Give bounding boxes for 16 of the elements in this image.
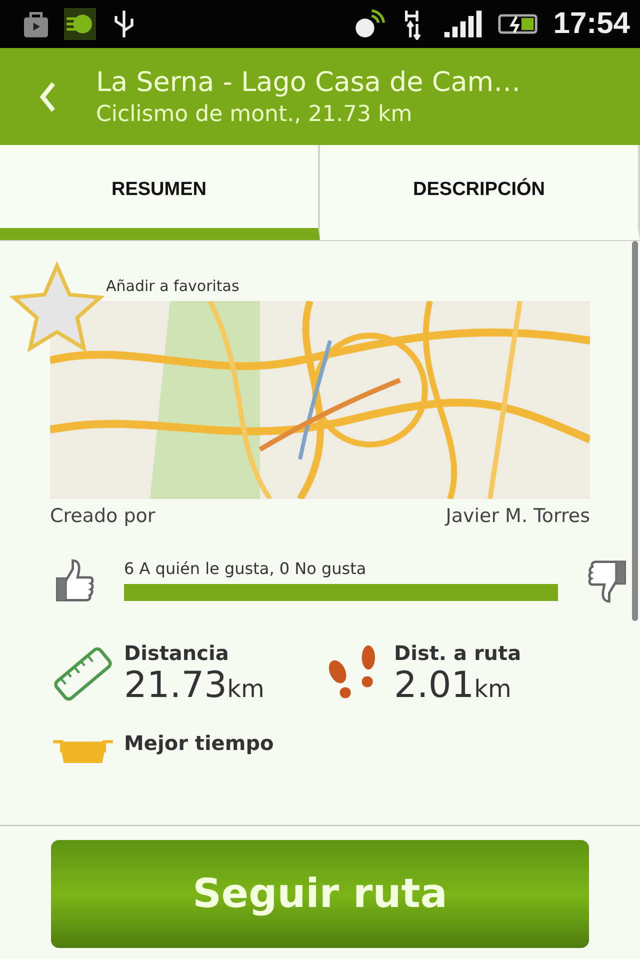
clock: 17:54 — [553, 7, 630, 41]
stat-value: 2.01 km — [394, 665, 512, 706]
route-title: La Serna - Lago Casa de Cam… — [96, 66, 521, 98]
favorite-label: Añadir a favoritas — [106, 277, 240, 295]
likes-summary: 6 A quién le gusta, 0 No gusta — [124, 559, 368, 578]
stat-label: Mejor tiempo — [124, 731, 274, 755]
stat-label: Dist. a ruta — [394, 641, 522, 665]
creator-name: Javier M. Torres — [446, 505, 590, 527]
satellite-icon — [353, 8, 386, 40]
tab[interactable]: RESUMEN — [0, 145, 320, 240]
stat-value: 21.73km — [124, 665, 264, 706]
creator-label: Creado por — [50, 505, 156, 527]
app-icon — [64, 8, 96, 40]
stat-label: Distancia — [124, 641, 230, 665]
route-subtitle: Ciclismo de mont., 21.73 km — [96, 102, 414, 126]
back-icon[interactable] — [39, 80, 57, 112]
